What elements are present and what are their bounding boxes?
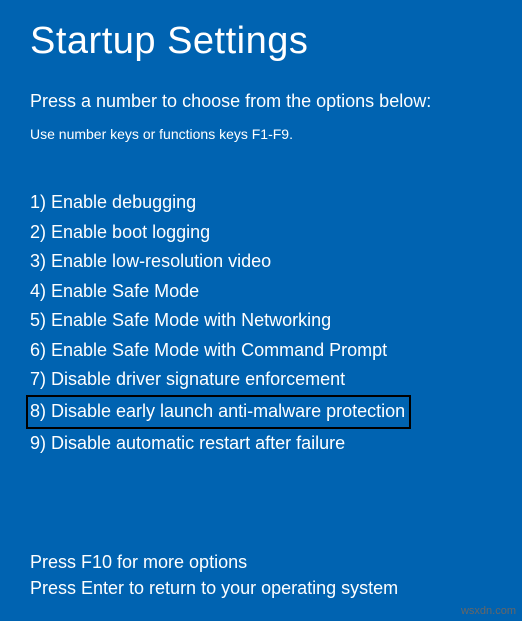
startup-options-list: 1) Enable debugging 2) Enable boot loggi…	[30, 188, 492, 459]
option-1-enable-debugging[interactable]: 1) Enable debugging	[30, 188, 492, 218]
option-6-enable-safe-mode-command-prompt[interactable]: 6) Enable Safe Mode with Command Prompt	[30, 336, 492, 366]
page-title: Startup Settings	[30, 20, 492, 63]
option-5-enable-safe-mode-networking[interactable]: 5) Enable Safe Mode with Networking	[30, 306, 492, 336]
footer-return: Press Enter to return to your operating …	[30, 575, 492, 601]
footer-more-options: Press F10 for more options	[30, 549, 492, 575]
instruction-text: Press a number to choose from the option…	[30, 91, 492, 112]
option-3-enable-low-resolution-video[interactable]: 3) Enable low-resolution video	[30, 247, 492, 277]
option-7-disable-driver-signature[interactable]: 7) Disable driver signature enforcement	[30, 365, 492, 395]
option-4-enable-safe-mode[interactable]: 4) Enable Safe Mode	[30, 277, 492, 307]
option-2-enable-boot-logging[interactable]: 2) Enable boot logging	[30, 218, 492, 248]
hint-text: Use number keys or functions keys F1-F9.	[30, 126, 492, 142]
watermark-text: wsxdn.com	[461, 605, 516, 617]
option-8-disable-anti-malware[interactable]: 8) Disable early launch anti-malware pro…	[26, 395, 411, 430]
option-9-disable-automatic-restart[interactable]: 9) Disable automatic restart after failu…	[30, 429, 492, 459]
